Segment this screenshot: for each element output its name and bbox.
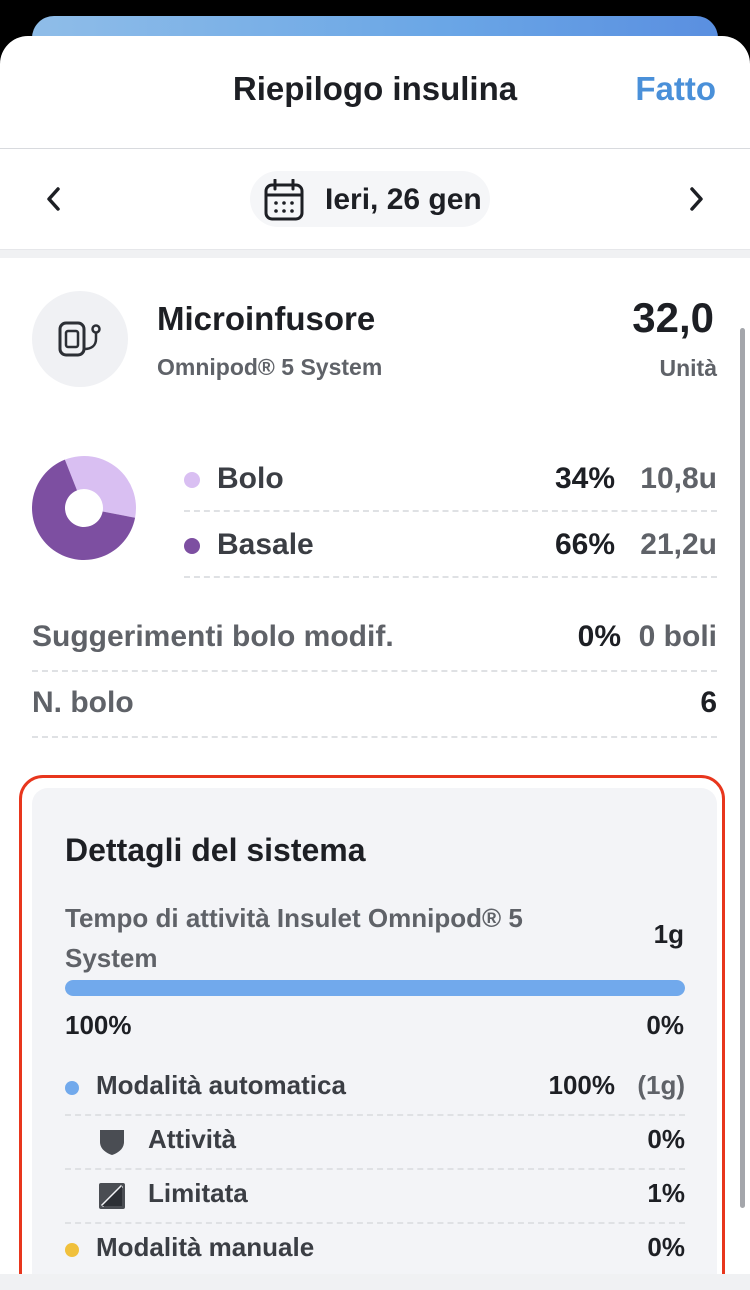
date-label: Ieri, 26 gen xyxy=(325,183,482,216)
date-navigator: Ieri, 26 gen xyxy=(0,149,750,250)
calendar-icon xyxy=(264,179,304,221)
bolo-dot-icon xyxy=(184,472,200,488)
distribution-label: Bolo xyxy=(217,462,284,495)
total-insulin-value: 32,0 xyxy=(632,294,714,341)
device-model: Omnipod® 5 System xyxy=(157,354,383,380)
insulin-pump-icon xyxy=(58,321,101,357)
bottom-bar xyxy=(0,1274,750,1290)
chevron-right-icon xyxy=(690,187,703,211)
insulin-donut-chart xyxy=(31,456,136,560)
highlight-frame xyxy=(19,775,725,1290)
stat-label: N. bolo xyxy=(32,686,134,719)
distribution-percent: 66% xyxy=(554,528,615,561)
distribution-row-basale: Basale 66% 21,2u xyxy=(184,510,717,578)
bolus-suggestions-row: Suggerimenti bolo modif. 0% 0 boli xyxy=(32,604,717,672)
divider xyxy=(0,250,750,258)
distribution-amount: 21,2u xyxy=(640,528,717,561)
chevron-left-icon xyxy=(47,187,60,211)
device-name: Microinfusore xyxy=(157,300,376,337)
summary-content[interactable]: Microinfusore Omnipod® 5 System 32,0 Uni… xyxy=(0,258,750,1290)
distribution-percent: 34% xyxy=(554,462,615,495)
basale-dot-icon xyxy=(184,538,200,554)
next-day-button[interactable] xyxy=(678,181,714,217)
stat-percent: 0% xyxy=(577,620,621,653)
insulin-summary-sheet: Riepilogo insulina Fatto Ieri, 26 gen Mi… xyxy=(0,36,750,1290)
distribution-amount: 10,8u xyxy=(640,462,717,495)
scrollbar[interactable] xyxy=(740,328,745,1208)
app-root: Riepilogo insulina Fatto Ieri, 26 gen Mi… xyxy=(0,0,750,1290)
stat-label: Suggerimenti bolo modif. xyxy=(32,620,394,653)
total-insulin-unit: Unità xyxy=(659,355,718,381)
distribution-row-bolo: Bolo 34% 10,8u xyxy=(184,444,717,512)
stat-value: 6 xyxy=(700,686,717,719)
distribution-label: Basale xyxy=(217,528,314,561)
previous-day-button[interactable] xyxy=(36,181,72,217)
stat-amount: 0 boli xyxy=(638,620,717,653)
sheet-header: Riepilogo insulina Fatto xyxy=(0,36,750,149)
done-button[interactable]: Fatto xyxy=(635,70,716,108)
device-avatar xyxy=(32,291,128,387)
bolus-count-row: N. bolo 6 xyxy=(32,670,717,738)
